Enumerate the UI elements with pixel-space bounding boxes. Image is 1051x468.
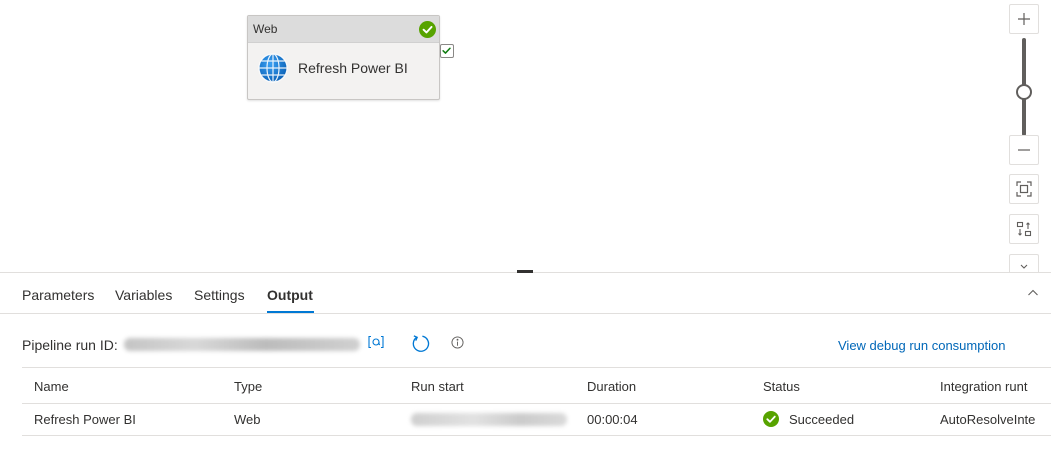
activity-card-web[interactable]: Web Refresh Power BI <box>247 15 440 100</box>
activity-header: Web <box>248 16 439 43</box>
minus-icon <box>1018 149 1030 151</box>
cell-duration: 00:00:04 <box>587 412 638 427</box>
column-header-integration-runtime[interactable]: Integration runt <box>940 379 1027 394</box>
table-row[interactable]: Refresh Power BI Web 00:00:04 Succeeded … <box>22 404 1051 436</box>
pipeline-designer: Web Refresh Power BI Parameters Variable… <box>0 0 1051 468</box>
active-tab-indicator <box>267 311 314 313</box>
cell-type: Web <box>234 412 261 427</box>
zoom-slider-thumb[interactable] <box>1016 84 1032 100</box>
view-debug-run-consumption-link[interactable]: View debug run consumption <box>838 338 1005 353</box>
activity-runs-table: Name Type Run start Duration Status Inte… <box>22 367 1051 436</box>
activity-body: Refresh Power BI <box>248 43 439 99</box>
cell-status: Succeeded <box>763 411 854 427</box>
run-id-row: Pipeline run ID: View debug run consumpt… <box>0 329 1051 359</box>
column-header-status[interactable]: Status <box>763 379 800 394</box>
tab-variables[interactable]: Variables <box>115 287 172 303</box>
panel-tabs: Parameters Variables Settings Output <box>0 273 1051 314</box>
pipeline-canvas[interactable]: Web Refresh Power BI <box>0 0 1051 272</box>
column-header-run-start[interactable]: Run start <box>411 379 464 394</box>
copy-id-icon[interactable] <box>367 335 385 349</box>
chevron-up-icon[interactable] <box>1027 287 1039 299</box>
cell-run-start-redacted <box>411 413 567 426</box>
table-header: Name Type Run start Duration Status Inte… <box>22 367 1051 404</box>
checkmark-icon <box>442 47 451 54</box>
run-id-label: Pipeline run ID: <box>22 337 118 353</box>
plus-icon <box>1018 13 1030 25</box>
status-text: Succeeded <box>789 411 855 427</box>
success-icon <box>763 411 779 427</box>
column-header-type[interactable]: Type <box>234 379 262 394</box>
zoom-out-button[interactable] <box>1009 135 1039 165</box>
chevron-down-icon <box>1020 264 1028 269</box>
fit-to-screen-button[interactable] <box>1009 174 1039 204</box>
column-header-duration[interactable]: Duration <box>587 379 636 394</box>
column-header-name[interactable]: Name <box>34 379 69 394</box>
zoom-toolbar <box>1009 2 1039 272</box>
tab-settings[interactable]: Settings <box>194 287 245 303</box>
activity-name: Refresh Power BI <box>298 60 408 76</box>
zoom-in-button[interactable] <box>1009 4 1039 34</box>
fit-to-screen-icon <box>1016 181 1032 197</box>
run-id-value-redacted <box>124 338 360 351</box>
activity-type-label: Web <box>253 22 278 36</box>
auto-align-button[interactable] <box>1009 214 1039 244</box>
tab-output[interactable]: Output <box>267 287 313 303</box>
bottom-panel: Parameters Variables Settings Output Pip… <box>0 273 1051 468</box>
tab-parameters[interactable]: Parameters <box>22 287 94 303</box>
auto-align-icon <box>1016 221 1032 237</box>
check-circle-icon <box>419 21 436 38</box>
refresh-icon[interactable] <box>411 334 430 353</box>
cell-name: Refresh Power BI <box>34 412 136 427</box>
success-output-port[interactable] <box>440 44 454 58</box>
cell-integration-runtime: AutoResolveInte <box>940 412 1036 427</box>
globe-icon <box>258 53 288 83</box>
more-tools-button[interactable] <box>1009 254 1039 272</box>
info-icon[interactable] <box>451 336 464 349</box>
